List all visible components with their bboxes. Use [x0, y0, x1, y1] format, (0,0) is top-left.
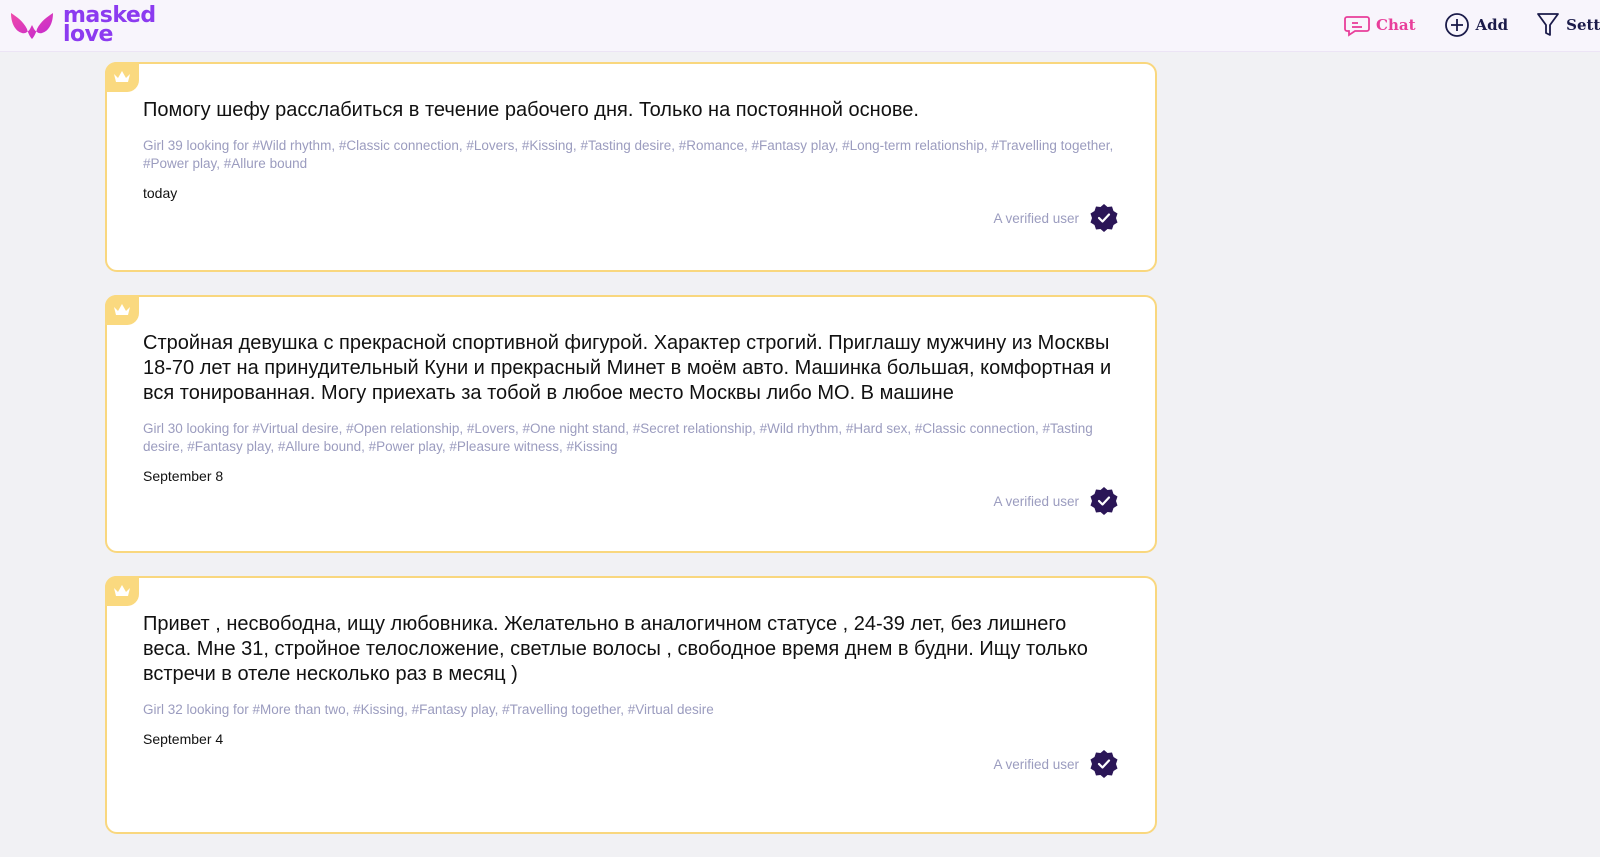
nav-add-button[interactable]: Add	[1444, 12, 1509, 38]
nav-settings-label: Settings	[1566, 16, 1600, 34]
verified-user-row: A verified user	[143, 749, 1119, 779]
top-bar: masked love Chat Add Settings	[0, 0, 1600, 52]
filter-funnel-icon	[1537, 13, 1560, 36]
listing-tags: Girl 39 looking for #Wild rhythm, #Class…	[143, 138, 1114, 171]
listing-date: September 4	[143, 731, 224, 747]
verified-user-label: A verified user	[993, 493, 1079, 509]
listing-feed: Помогу шефу расслабиться в течение рабоч…	[105, 62, 1157, 857]
crown-icon	[114, 585, 130, 596]
verified-badge-icon	[1090, 750, 1118, 778]
listing-card[interactable]: Стройная девушка с прекрасной спортивной…	[105, 295, 1157, 553]
listing-date: September 8	[143, 468, 224, 484]
crown-icon	[114, 304, 130, 315]
logo-text: masked love	[63, 5, 156, 46]
premium-badge	[105, 62, 139, 92]
premium-badge	[105, 576, 139, 606]
listing-tags: Girl 30 looking for #Virtual desire, #Op…	[143, 421, 1093, 454]
listing-tags: Girl 32 looking for #More than two, #Kis…	[143, 702, 714, 717]
listing-text: Привет , несвободна, ищу любовника. Жела…	[143, 613, 1088, 685]
nav-chat-button[interactable]: Chat	[1344, 13, 1416, 37]
listing-date: today	[143, 185, 178, 201]
nav-chat-label: Chat	[1376, 16, 1416, 34]
listing-text: Стройная девушка с прекрасной спортивной…	[143, 332, 1112, 404]
plus-circle-icon	[1444, 13, 1469, 37]
chat-bubble-icon	[1344, 16, 1370, 37]
listing-text: Помогу шефу расслабиться в течение рабоч…	[143, 99, 919, 121]
logo[interactable]: masked love	[9, 5, 156, 46]
premium-badge	[105, 295, 139, 325]
mask-logo-icon	[11, 13, 53, 39]
listing-card[interactable]: Привет , несвободна, ищу любовника. Жела…	[105, 576, 1157, 834]
verified-badge-icon	[1090, 204, 1118, 232]
verified-user-label: A verified user	[993, 756, 1079, 772]
verified-user-label: A verified user	[993, 210, 1079, 226]
verified-badge-icon	[1090, 487, 1118, 515]
nav-add-label: Add	[1475, 16, 1509, 34]
header-nav: Chat Add Settings	[1344, 11, 1600, 39]
crown-icon	[114, 71, 130, 82]
verified-user-row: A verified user	[143, 486, 1119, 516]
verified-user-row: A verified user	[143, 203, 1119, 233]
listing-card[interactable]: Помогу шефу расслабиться в течение рабоч…	[105, 62, 1157, 272]
nav-settings-button[interactable]: Settings	[1536, 11, 1600, 39]
